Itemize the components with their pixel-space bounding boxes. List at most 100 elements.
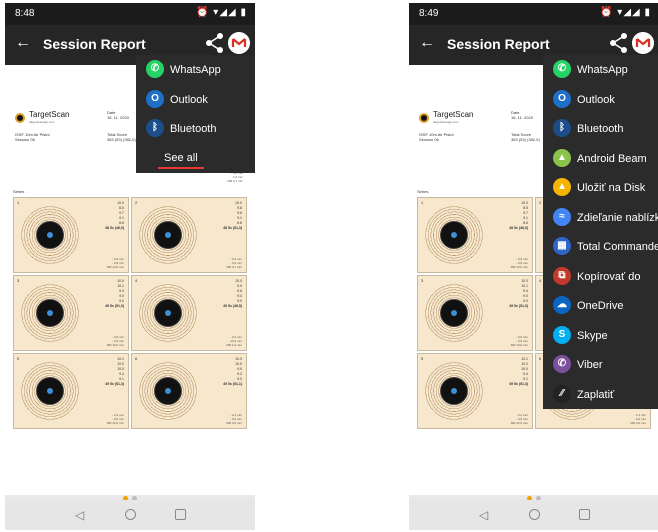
target-image bbox=[424, 283, 484, 343]
back-arrow-icon[interactable]: ← bbox=[419, 34, 435, 52]
shot-scores: 10.1 10.0 10.0 9.4 9.1 bbox=[117, 357, 124, 381]
see-all-button[interactable]: See all bbox=[158, 149, 204, 169]
series-deviation: - 0,9 mm - 0,8 mm MR 12,0 mm bbox=[106, 257, 124, 269]
series-card: 2 10.0 9.8 9.6 9.1 8.848 5x (51,3) - 0,9 m… bbox=[131, 197, 247, 273]
target-bullseye bbox=[36, 299, 64, 327]
nav-home-icon[interactable] bbox=[125, 509, 136, 520]
share-target-label: WhatsApp bbox=[170, 64, 221, 76]
series-card: 5 10.1 10.0 10.0 9.4 9.1 49 5x (51,3) - 0,2… bbox=[13, 353, 129, 429]
share-target-outlook[interactable]: O Outlook bbox=[543, 85, 658, 115]
shot-scores: 10.0 9.8 9.6 9.1 8.8 bbox=[235, 201, 242, 225]
phone-screen-right: 8:49 ⏰ ▾◢◢ ▮ ← Session Report TargetScan… bbox=[409, 3, 658, 530]
series-scores: 10.0 9.8 9.6 9.1 8.848 5x (51,3) bbox=[223, 201, 242, 231]
target-bullseye bbox=[154, 377, 182, 405]
share-target-copy-to[interactable]: ⧉ Kopírovať do bbox=[543, 262, 658, 292]
series-deviation: - 0,2 mm - 0,9 mm MR 12,0 mm bbox=[510, 413, 528, 425]
nav-back-icon[interactable]: ◁ bbox=[479, 508, 488, 522]
see-all-item[interactable]: See all bbox=[136, 143, 255, 173]
clock: 8:49 bbox=[419, 8, 439, 19]
series-total: 49 5x (51,1) bbox=[223, 382, 242, 386]
target-image bbox=[138, 205, 198, 265]
series-card: 4 10.0 9.9 9.6 9.4 9.049 5x (46,5) - 0,2 m… bbox=[131, 275, 247, 351]
share-target-skype[interactable]: S Skype bbox=[543, 321, 658, 351]
series-scores: 10.0 10.0 9.9 9.2 9.049 5x (51,1) bbox=[223, 357, 242, 387]
share-target-android-beam[interactable]: ▲ Android Beam bbox=[543, 144, 658, 174]
series-deviation: - 0,2 mm - 10,0 mm MR 1,0 mm bbox=[226, 335, 242, 347]
share-target-label: Outlook bbox=[577, 93, 615, 106]
nav-back-icon[interactable]: ◁ bbox=[75, 508, 84, 522]
nav-recents-icon[interactable] bbox=[175, 509, 186, 520]
onedrive-icon: ☁ bbox=[553, 296, 571, 314]
share-target-total-commander[interactable]: ▦ Total Commander bbox=[543, 232, 658, 262]
share-target-label: Bluetooth bbox=[170, 123, 217, 135]
series-card: 1 10.0 8.5 9.7 9.1 8.6 48 5x (46,0) - 0,9 m… bbox=[417, 197, 533, 273]
target-bullseye bbox=[440, 299, 468, 327]
share-target-label: Uložiť na Disk bbox=[577, 182, 646, 194]
series-deviation: - 0,0 mm - 0,9 mm MR 10,0 mm bbox=[510, 335, 528, 347]
series-deviation: - 0,1 mm - 0,0 mm MR 0,0 mm bbox=[630, 413, 646, 425]
shot-scores: 10.0 10.1 9.4 9.0 9.0 bbox=[521, 279, 528, 303]
total-value: 383 (53) (382,0) bbox=[511, 137, 540, 142]
share-target-bluetooth[interactable]: ᛒ Bluetooth bbox=[543, 114, 658, 144]
page-title: Session Report bbox=[447, 36, 550, 52]
series-deviation: - 0,0 mm - 0,9 mm MR 10,0 mm bbox=[106, 335, 124, 347]
series-card: 6 10.0 10.0 9.9 9.2 9.049 5x (51,1) - 0,1 … bbox=[131, 353, 247, 429]
event-info: ISSF 10m Air Pistol Session 06 bbox=[419, 132, 453, 142]
series-label: Series bbox=[417, 189, 429, 194]
share-target-label: Viber bbox=[577, 359, 603, 371]
series-scores: 10.1 10.0 10.0 9.4 9.1 49 5x (51,3) bbox=[105, 357, 124, 387]
series-number: 1 bbox=[17, 200, 20, 205]
share-target-viber[interactable]: ✆ Viber bbox=[543, 350, 658, 380]
outlook-icon: O bbox=[146, 89, 164, 108]
share-target-onedrive[interactable]: ☁ OneDrive bbox=[543, 291, 658, 321]
share-icon[interactable] bbox=[609, 32, 629, 54]
session-name: Session 06 bbox=[419, 137, 439, 142]
share-target-label: OneDrive bbox=[577, 300, 624, 312]
share-target-label: Outlook bbox=[170, 93, 208, 106]
share-target-nearby-share[interactable]: ≈ Zdieľanie nablízku bbox=[543, 203, 658, 233]
series-number: 5 bbox=[17, 356, 20, 361]
copy-to-icon: ⧉ bbox=[553, 266, 571, 285]
share-target-outlook[interactable]: O Outlook bbox=[136, 85, 255, 115]
share-icon[interactable] bbox=[205, 32, 225, 54]
share-target-whatsapp[interactable]: ✆ WhatsApp bbox=[136, 55, 255, 85]
share-target-label: Kopírovať do bbox=[577, 270, 641, 283]
series-card: 3 10.0 10.1 9.4 9.0 9.0 49 5x (51,0) - 0,0 … bbox=[13, 275, 129, 351]
series-scores: 10.0 8.5 9.7 9.1 8.6 48 5x (46,0) bbox=[105, 201, 124, 231]
status-icons: ⏰ ▾◢◢ ▮ bbox=[196, 7, 247, 18]
total-commander-icon: ▦ bbox=[553, 237, 571, 255]
series-label: Series bbox=[13, 189, 25, 194]
viber-icon: ✆ bbox=[553, 355, 571, 373]
series-scores: 10.0 9.9 9.6 9.4 9.049 5x (46,5) bbox=[223, 279, 242, 309]
nav-home-icon[interactable] bbox=[529, 509, 540, 520]
target-image bbox=[20, 283, 80, 343]
total-info: Total Score 383 (53) (382,0) bbox=[107, 132, 136, 142]
share-target-pay[interactable]: ⁄⁄ Zaplatiť bbox=[543, 380, 658, 410]
series-number: 3 bbox=[17, 278, 20, 283]
android-beam-icon: ▲ bbox=[553, 148, 571, 167]
shot-scores: 10.0 8.5 9.7 9.1 8.6 bbox=[521, 201, 528, 225]
series-total: 48 5x (46,0) bbox=[509, 226, 528, 230]
target-bullseye bbox=[36, 221, 64, 249]
nav-recents-icon[interactable] bbox=[579, 509, 590, 520]
clock: 8:48 bbox=[15, 8, 35, 19]
series-deviation: - 0,9 mm - 0,8 mm MR 12,0 mm bbox=[510, 257, 528, 269]
share-target-bluetooth[interactable]: ᛒ Bluetooth bbox=[136, 114, 255, 144]
gmail-icon[interactable] bbox=[228, 32, 250, 54]
share-target-label: WhatsApp bbox=[577, 64, 628, 76]
series-total: 49 5x (51,0) bbox=[509, 304, 528, 308]
gmail-icon[interactable] bbox=[632, 32, 654, 54]
session-name: Session 06 bbox=[15, 137, 35, 142]
series-number: 6 bbox=[135, 356, 138, 361]
targetscan-logo-icon bbox=[419, 113, 429, 123]
series-deviation: - 0,1 mm - 0,0 mm MR 0,0 mm bbox=[226, 413, 242, 425]
series-number: 1 bbox=[421, 200, 424, 205]
share-target-whatsapp[interactable]: ✆ WhatsApp bbox=[543, 55, 658, 85]
share-target-label: Bluetooth bbox=[577, 123, 624, 135]
back-arrow-icon[interactable]: ← bbox=[15, 34, 31, 52]
outlook-icon: O bbox=[553, 89, 571, 108]
shot-scores: 10.0 10.0 9.9 9.2 9.0 bbox=[235, 357, 242, 381]
share-target-google-drive[interactable]: ▲ Uložiť na Disk bbox=[543, 173, 658, 203]
status-bar: 8:48 ⏰ ▾◢◢ ▮ bbox=[5, 3, 255, 25]
date-info: Date 16. 11. 2020 bbox=[107, 110, 129, 120]
